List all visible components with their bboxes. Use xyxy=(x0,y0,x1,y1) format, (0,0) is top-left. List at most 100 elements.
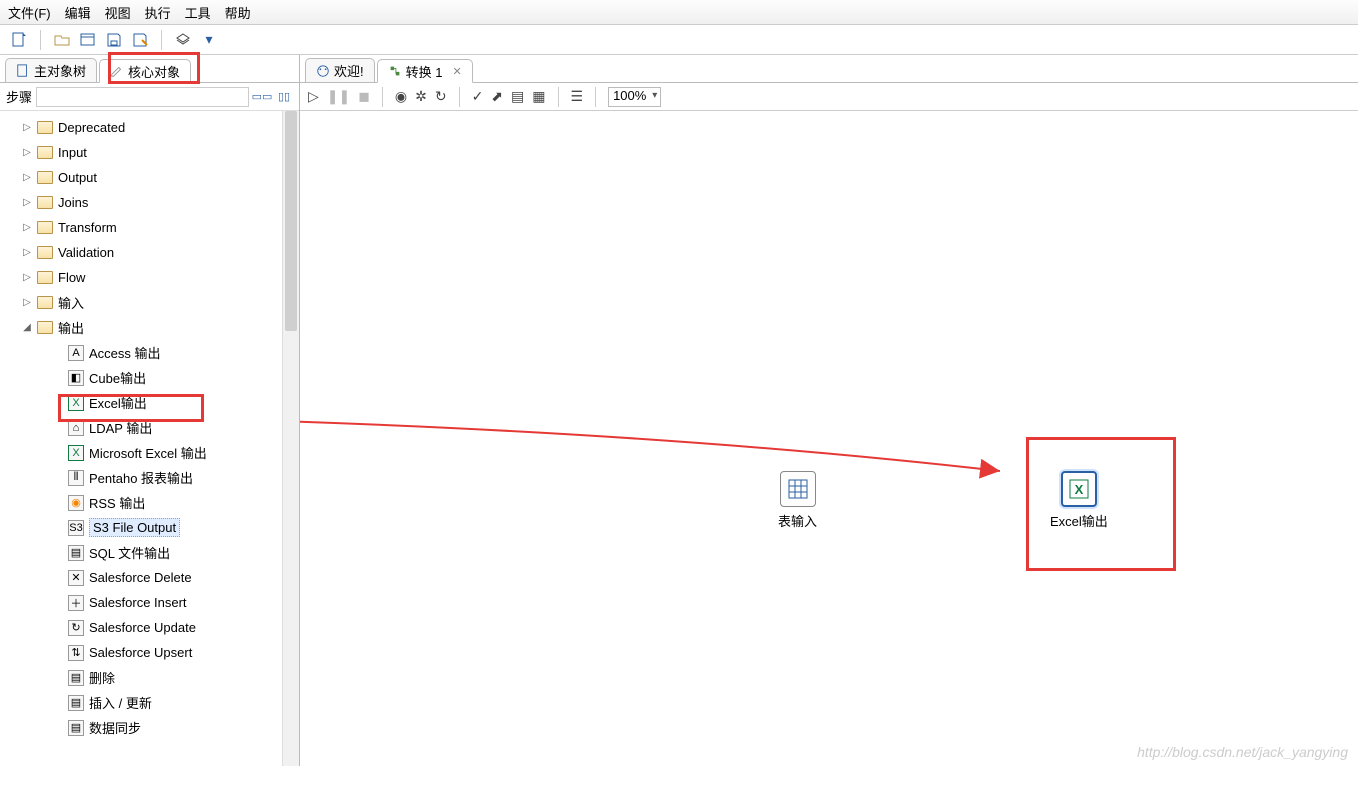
chevron-right-icon[interactable]: ▷ xyxy=(22,272,32,283)
menu-file[interactable]: 文件(F) xyxy=(8,3,51,22)
impact-icon[interactable]: ⬈ xyxy=(491,88,503,105)
menu-run[interactable]: 执行 xyxy=(145,3,171,22)
tree-label: 数据同步 xyxy=(89,718,141,737)
tree-child-sync[interactable]: ▤数据同步 xyxy=(0,715,299,740)
folder-icon xyxy=(37,271,53,284)
sql-icon[interactable]: ▤ xyxy=(511,88,524,105)
tree-label: Salesforce Delete xyxy=(89,570,192,585)
vertical-scrollbar[interactable] xyxy=(282,111,299,766)
tab-transformation[interactable]: 转换 1 ✕ xyxy=(377,59,473,83)
tree-child-access[interactable]: AAccess 输出 xyxy=(0,340,299,365)
canvas-step-table-input[interactable]: 表输入 xyxy=(778,471,817,530)
welcome-icon xyxy=(316,64,330,78)
tree-child-sfins[interactable]: ＋Salesforce Insert xyxy=(0,590,299,615)
transformation-icon xyxy=(388,64,402,78)
perspective-icon[interactable] xyxy=(174,31,192,49)
tree-node-input[interactable]: ▷Input xyxy=(0,140,299,165)
right-panel: 欢迎! 转换 1 ✕ ▷ ❚❚ ◼ ◉ ✲ ↻ ✓ ⬈ ▤ ▦ ☰ 100% xyxy=(300,55,1358,766)
replay-icon[interactable]: ↻ xyxy=(435,88,447,105)
tree-child-pentaho[interactable]: ⫴Pentaho 报表输出 xyxy=(0,465,299,490)
canvas-toolbar: ▷ ❚❚ ◼ ◉ ✲ ↻ ✓ ⬈ ▤ ▦ ☰ 100% xyxy=(300,83,1358,111)
excel-icon: X xyxy=(68,395,84,411)
tree-label: Excel输出 xyxy=(89,393,147,412)
tree-child-insertupdate[interactable]: ▤插入 / 更新 xyxy=(0,690,299,715)
explore-icon[interactable] xyxy=(79,31,97,49)
explore-db-icon[interactable]: ▦ xyxy=(532,88,545,105)
tree-child-sql[interactable]: ▤SQL 文件输出 xyxy=(0,540,299,565)
verify-icon[interactable]: ✓ xyxy=(472,88,484,105)
tree-label: LDAP 输出 xyxy=(89,418,152,437)
separator xyxy=(558,87,559,107)
tree-label: Cube输出 xyxy=(89,368,146,387)
chevron-right-icon[interactable]: ▷ xyxy=(22,222,32,233)
tree-node-output[interactable]: ▷Output xyxy=(0,165,299,190)
debug-icon[interactable]: ✲ xyxy=(415,88,427,105)
preview-icon[interactable]: ◉ xyxy=(395,88,407,105)
zoom-selector[interactable]: 100% xyxy=(608,87,661,107)
tree-child-sfupd[interactable]: ↻Salesforce Update xyxy=(0,615,299,640)
new-file-icon[interactable] xyxy=(10,31,28,49)
show-results-icon[interactable]: ☰ xyxy=(571,88,584,105)
expand-all-icon[interactable]: ▭▭ xyxy=(253,88,271,106)
menu-edit[interactable]: 编辑 xyxy=(65,3,91,22)
menu-view[interactable]: 视图 xyxy=(105,3,131,22)
tree-child-excel[interactable]: X Excel输出 xyxy=(0,390,299,415)
chevron-right-icon[interactable]: ▷ xyxy=(22,147,32,158)
chevron-right-icon[interactable]: ▷ xyxy=(22,122,32,133)
chevron-right-icon[interactable]: ▷ xyxy=(22,172,32,183)
tree-child-ldap[interactable]: ⌂LDAP 输出 xyxy=(0,415,299,440)
separator xyxy=(382,87,383,107)
tree-node-validation[interactable]: ▷Validation xyxy=(0,240,299,265)
tree-node-transform[interactable]: ▷ Transform xyxy=(0,215,299,240)
tree-label: Salesforce Upsert xyxy=(89,645,192,660)
canvas-step-excel-output[interactable]: X Excel输出 xyxy=(1050,471,1108,530)
tree-child-rss[interactable]: ◉RSS 输出 xyxy=(0,490,299,515)
collapse-all-icon[interactable]: ▯▯ xyxy=(275,88,293,106)
stop-icon[interactable]: ◼ xyxy=(358,88,370,105)
chevron-right-icon[interactable]: ▷ xyxy=(22,197,32,208)
tab-main-tree[interactable]: 主对象树 xyxy=(5,58,97,82)
tree-child-msexcel[interactable]: XMicrosoft Excel 输出 xyxy=(0,440,299,465)
run-icon[interactable]: ▷ xyxy=(308,88,319,105)
tree-child-sfups[interactable]: ⇅Salesforce Upsert xyxy=(0,640,299,665)
steps-tree[interactable]: ▷Deprecated ▷Input ▷Output ▷Joins ▷ Trans… xyxy=(0,111,299,766)
tree-node-input-cn[interactable]: ▷输入 xyxy=(0,290,299,315)
tree-child-delete[interactable]: ▤删除 xyxy=(0,665,299,690)
tab-welcome[interactable]: 欢迎! xyxy=(305,58,375,82)
close-tab-icon[interactable]: ✕ xyxy=(452,65,461,78)
transformation-canvas[interactable]: 表输入 X Excel输出 http://blog.csdn.net/jack_… xyxy=(300,111,1358,766)
annotation-arrows xyxy=(300,111,1358,811)
chevron-right-icon[interactable]: ▷ xyxy=(22,297,32,308)
tab-core-objects[interactable]: 核心对象 xyxy=(99,59,191,83)
steps-filter-input[interactable] xyxy=(36,87,249,107)
scrollbar-thumb[interactable] xyxy=(285,111,297,331)
tree-node-flow[interactable]: ▷Flow xyxy=(0,265,299,290)
step-icon: ⫴ xyxy=(68,470,84,486)
step-icon: ◧ xyxy=(68,370,84,386)
left-tabs: 主对象树 核心对象 xyxy=(0,55,299,83)
tree-label: Transform xyxy=(58,220,117,235)
pause-icon[interactable]: ❚❚ xyxy=(327,88,350,105)
step-icon: ▤ xyxy=(68,545,84,561)
dropdown-icon[interactable]: ▾ xyxy=(200,31,218,49)
tree-node-output-cn[interactable]: ◢输出 xyxy=(0,315,299,340)
folder-icon xyxy=(37,196,53,209)
open-icon[interactable] xyxy=(53,31,71,49)
tree-child-s3[interactable]: S3S3 File Output xyxy=(0,515,299,540)
step-icon: A xyxy=(68,345,84,361)
save-as-icon[interactable] xyxy=(131,31,149,49)
tree-child-cube[interactable]: ◧ Cube输出 xyxy=(0,365,299,390)
chevron-down-icon[interactable]: ◢ xyxy=(22,322,32,333)
pencil-icon xyxy=(110,64,124,78)
tree-label: Salesforce Update xyxy=(89,620,196,635)
chevron-right-icon[interactable]: ▷ xyxy=(22,247,32,258)
tree-node-deprecated[interactable]: ▷Deprecated xyxy=(0,115,299,140)
save-icon[interactable] xyxy=(105,31,123,49)
steps-filter-row: 步骤 ▭▭ ▯▯ xyxy=(0,83,299,111)
tree-child-sfdel[interactable]: ✕Salesforce Delete xyxy=(0,565,299,590)
tree-label: 删除 xyxy=(89,668,115,687)
tree-node-joins[interactable]: ▷Joins xyxy=(0,190,299,215)
menu-help[interactable]: 帮助 xyxy=(225,3,251,22)
tree-label: Salesforce Insert xyxy=(89,595,187,610)
menu-tools[interactable]: 工具 xyxy=(185,3,211,22)
